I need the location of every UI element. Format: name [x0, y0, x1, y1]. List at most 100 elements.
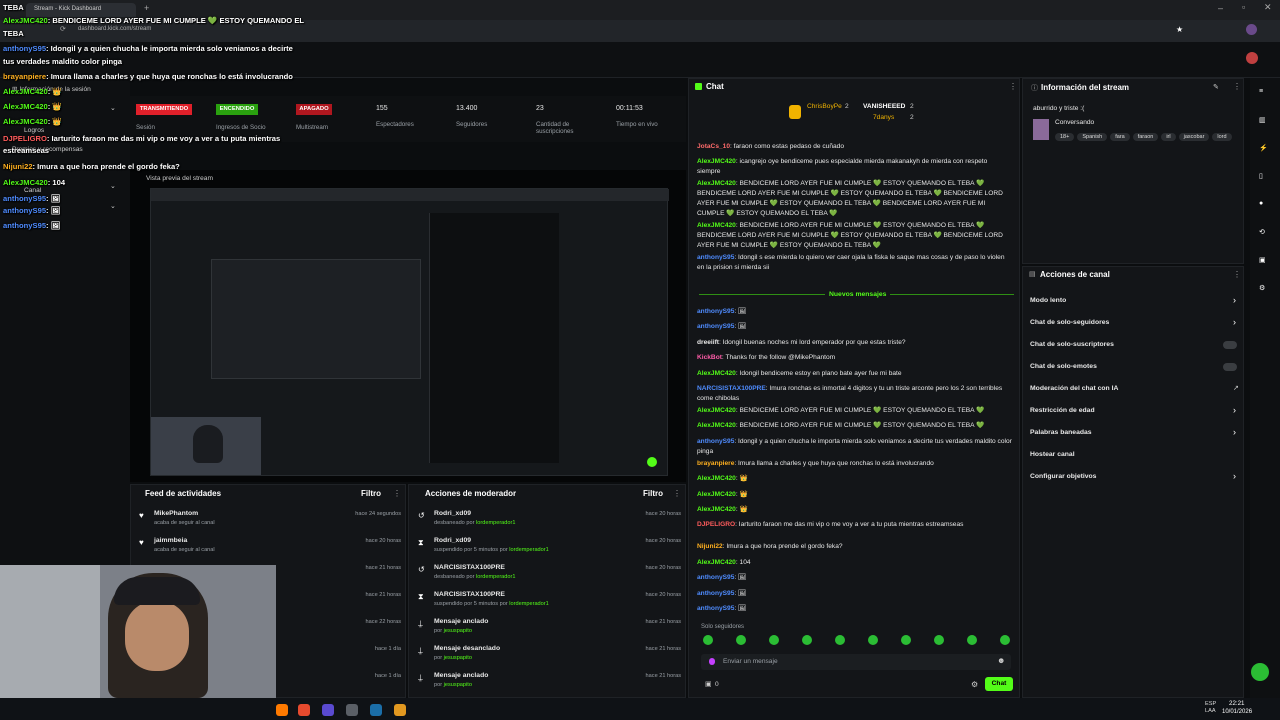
emote-icon[interactable]	[1000, 635, 1010, 645]
chat-username[interactable]: AlexJMC420	[697, 407, 736, 414]
emote-icon[interactable]	[967, 635, 977, 645]
chat-username[interactable]: AlexJMC420	[697, 158, 736, 165]
pinned-user[interactable]: 7danys	[873, 114, 894, 121]
minimize-icon[interactable]: –	[1218, 3, 1223, 13]
channel-action-item[interactable]: Chat de solo-seguidores ›	[1023, 317, 1243, 335]
chevron-down-icon[interactable]: ⌄	[110, 104, 116, 112]
mod-action-row[interactable]: ⧗ NARCISISTAX100PRE suspendido por 5 minut…	[409, 590, 685, 616]
tag-pill[interactable]: jascobar	[1178, 133, 1210, 141]
clock-time[interactable]: 22:21	[1229, 700, 1244, 707]
app-taskbar-icon[interactable]	[394, 704, 406, 716]
rail-icon[interactable]: ⟲	[1259, 228, 1265, 236]
chat-message[interactable]: anthonyS95: Idongil s ese mierda lo quie…	[697, 253, 1012, 273]
chat-message[interactable]: KickBot: Thanks for the follow @MikePhan…	[697, 353, 1012, 363]
chat-username[interactable]: JotaCs_10	[697, 143, 730, 150]
chat-message[interactable]: anthonyS95: 🖼	[697, 589, 1012, 599]
chevron-down-icon[interactable]: ⌄	[110, 202, 116, 210]
chevron-right-icon[interactable]: ›	[1233, 471, 1236, 481]
chat-input[interactable]: Enviar un mensaje ☻	[701, 654, 1011, 670]
mod-action-row[interactable]: ⍊ Mensaje desanclado por jesuspapito hace 2…	[409, 644, 685, 670]
mod-by-user[interactable]: jesuspapito	[444, 628, 472, 634]
emote-icon[interactable]	[835, 635, 845, 645]
more-icon[interactable]: ⋮	[1233, 82, 1241, 91]
chat-message[interactable]: AlexJMC420: 👑	[697, 505, 1012, 515]
chat-bubble-icon[interactable]	[1251, 663, 1269, 681]
chat-username[interactable]: AlexJMC420	[697, 370, 736, 377]
chat-message[interactable]: anthonyS95: 🖼	[697, 322, 1012, 332]
activity-row[interactable]: ♥ jaimmbeia acaba de seguir al canal hace 2…	[131, 536, 405, 562]
activity-user[interactable]: jaimmbeia	[154, 537, 187, 544]
mod-target[interactable]: Rodri_xd09	[434, 537, 471, 544]
channel-action-item[interactable]: Configurar objetivos ›	[1023, 471, 1243, 489]
chat-message[interactable]: AlexJMC420: BENDICEME LORD AYER FUE MI C…	[697, 221, 1012, 251]
rail-icon[interactable]: ⚙	[1259, 284, 1265, 292]
mod-by-user[interactable]: lordemperador1	[509, 547, 549, 553]
channel-action-item[interactable]: Moderación del chat con IA ↗	[1023, 383, 1243, 401]
mod-action-row[interactable]: ⍊ Mensaje anclado por jesuspapito hace 21 h…	[409, 617, 685, 643]
more-icon[interactable]: ⋮	[673, 489, 681, 498]
channel-action-item[interactable]: Chat de solo-suscriptores	[1023, 339, 1243, 357]
emote-icon[interactable]	[703, 635, 713, 645]
chat-message[interactable]: JotaCs_10: faraon como estas pedaso de c…	[697, 142, 1012, 152]
profile-avatar[interactable]	[1246, 24, 1257, 35]
mod-by-user[interactable]: lordemperador1	[476, 574, 516, 580]
emote-icon[interactable]	[934, 635, 944, 645]
more-icon[interactable]: ⋮	[1009, 82, 1017, 91]
channel-action-item[interactable]: Modo lento ›	[1023, 295, 1243, 313]
mod-action-row[interactable]: ⧗ Rodri_xd09 suspendido por 5 minutos por …	[409, 536, 685, 562]
mod-filter-button[interactable]: Filtro	[643, 489, 663, 498]
chat-username[interactable]: anthonyS95	[697, 323, 734, 330]
rail-icon[interactable]: ▯	[1259, 172, 1263, 180]
mod-action-row[interactable]: ↺ NARCISISTAX100PRE desbaneado por lordemp…	[409, 563, 685, 589]
chat-message[interactable]: AlexJMC420: BENDICEME LORD AYER FUE MI C…	[697, 421, 1012, 431]
toggle-switch[interactable]	[1223, 341, 1237, 349]
rail-icon[interactable]: ▥	[1259, 116, 1266, 124]
mod-by-user[interactable]: jesuspapito	[444, 682, 472, 688]
activity-row[interactable]: ♥ MikePhantom acaba de seguir al canal hace…	[131, 509, 405, 535]
activity-user[interactable]: MikePhantom	[154, 510, 198, 517]
chat-username[interactable]: dreeiift	[697, 339, 719, 346]
chat-message[interactable]: anthonyS95: 🖼	[697, 307, 1012, 317]
toggle-switch[interactable]	[1223, 363, 1237, 371]
obs-taskbar-icon[interactable]	[346, 704, 358, 716]
pinned-user[interactable]: VANISHEEED	[863, 103, 905, 110]
channel-action-item[interactable]: Hostear canal	[1023, 449, 1243, 467]
chat-username[interactable]: anthonyS95	[697, 574, 734, 581]
mod-by-user[interactable]: lordemperador1	[476, 520, 516, 526]
tag-pill[interactable]: fara	[1110, 133, 1130, 141]
sidebar-item-canal[interactable]: Canal	[24, 187, 41, 194]
brave-taskbar-icon[interactable]	[298, 704, 310, 716]
firefox-taskbar-icon[interactable]	[276, 704, 288, 716]
close-icon[interactable]: ✕	[1264, 2, 1272, 13]
tag-pill[interactable]: faraon	[1132, 133, 1159, 141]
mod-target[interactable]: NARCISISTAX100PRE	[434, 564, 505, 571]
steam-taskbar-icon[interactable]	[370, 704, 382, 716]
activity-filter-button[interactable]: Filtro	[361, 489, 381, 498]
edit-pencil-icon[interactable]: ✎	[1213, 83, 1219, 91]
channel-action-item[interactable]: Chat de solo-emotes	[1023, 361, 1243, 379]
chat-username[interactable]: DJPELIGRO	[697, 521, 735, 528]
mod-action-row[interactable]: ⍊ Mensaje anclado por jesuspapito hace 21 h…	[409, 671, 685, 697]
chat-username[interactable]: anthonyS95	[697, 308, 734, 315]
chat-username[interactable]: Nijuni22	[697, 543, 723, 550]
channel-action-item[interactable]: Restricción de edad ›	[1023, 405, 1243, 423]
maximize-icon[interactable]: ▫	[1242, 2, 1245, 12]
chat-message[interactable]: anthonyS95: Idongil y a quien chucha le …	[697, 437, 1012, 457]
channel-action-item[interactable]: Palabras baneadas ›	[1023, 427, 1243, 445]
sidebar-item-info[interactable]: ⊞ Información de la sesión	[12, 85, 91, 93]
rail-icon[interactable]: ⚡	[1259, 144, 1268, 152]
preview-video[interactable]	[150, 188, 669, 476]
emoji-icon[interactable]: ☻	[997, 656, 1005, 665]
chat-message[interactable]: AlexJMC420: 👑	[697, 490, 1012, 500]
bookmark-star-icon[interactable]: ★	[1176, 25, 1183, 34]
chat-username[interactable]: AlexJMC420	[697, 222, 736, 229]
emote-icon[interactable]	[802, 635, 812, 645]
tag-pill[interactable]: lord	[1212, 133, 1232, 141]
chat-username[interactable]: AlexJMC420	[697, 475, 736, 482]
rail-icon[interactable]: ≡	[1259, 88, 1263, 95]
chat-username[interactable]: anthonyS95	[697, 590, 734, 597]
settings-gear-icon[interactable]: ⚙	[971, 680, 978, 689]
mod-by-user[interactable]: lordemperador1	[509, 601, 549, 607]
chevron-down-icon[interactable]: ⌄	[110, 182, 116, 190]
chat-message[interactable]: dreeiift: Idongil buenas noches mi lord …	[697, 338, 1012, 348]
